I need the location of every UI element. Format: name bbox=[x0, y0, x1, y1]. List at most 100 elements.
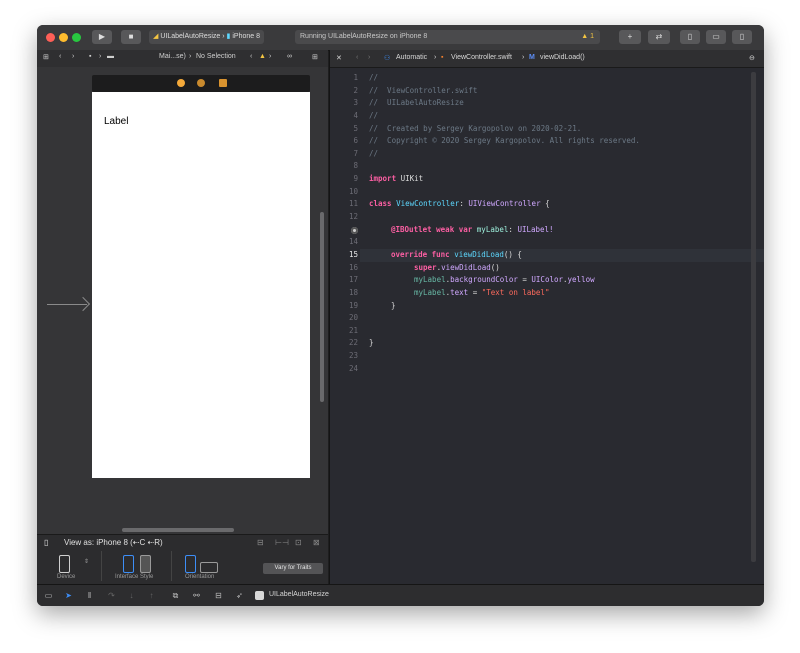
code-area[interactable]: 1 // 2 // ViewController.swift 3 // UILabel… bbox=[330, 72, 764, 375]
minimize-window-button[interactable] bbox=[59, 33, 68, 42]
canvas-vertical-scrollbar[interactable] bbox=[320, 212, 324, 402]
library-button[interactable]: + bbox=[619, 30, 641, 44]
chevron-right-icon[interactable]: › bbox=[269, 53, 271, 60]
link-icon[interactable]: ∞ bbox=[287, 53, 292, 60]
property-ref: yellow bbox=[567, 275, 595, 285]
editor-options-icon[interactable]: ⊖ bbox=[749, 54, 755, 62]
automatic-label[interactable]: Automatic bbox=[396, 54, 427, 61]
line-number: 23 bbox=[348, 351, 358, 361]
symbol-name[interactable]: viewDidLoad() bbox=[540, 54, 585, 61]
resolve-issues-icon[interactable]: ⊠ bbox=[313, 538, 320, 547]
line-number: 1 bbox=[353, 73, 358, 82]
editor-minimap-scrollbar[interactable] bbox=[751, 72, 756, 562]
scheme-selector[interactable]: ◢ UILabelAutoResize › ▮ iPhone 8 bbox=[149, 30, 264, 44]
type-name: UILabel! bbox=[517, 224, 554, 234]
memory-graph-icon[interactable]: ⚯ bbox=[192, 591, 201, 600]
device-phone-icon[interactable] bbox=[59, 555, 70, 573]
chevron-left-icon[interactable]: ‹ bbox=[250, 53, 252, 60]
app-icon: ◢ bbox=[153, 33, 159, 40]
line-number: 6 bbox=[353, 136, 358, 146]
view-controller-icon[interactable] bbox=[177, 79, 185, 87]
pause-icon[interactable]: ‖ bbox=[85, 591, 94, 600]
line-number: 20 bbox=[348, 313, 358, 323]
run-button[interactable]: ▶ bbox=[92, 30, 112, 44]
storyboard-canvas[interactable]: Label bbox=[37, 67, 328, 534]
line-number: 24 bbox=[348, 363, 358, 373]
step-in-icon[interactable]: ↓ bbox=[127, 591, 136, 600]
chevron-right-icon: › bbox=[189, 53, 192, 60]
close-window-button[interactable] bbox=[46, 33, 55, 42]
first-responder-icon[interactable] bbox=[197, 79, 205, 87]
location-icon[interactable]: ➶ bbox=[235, 591, 244, 600]
code-line: 2 // ViewController.swift bbox=[330, 85, 730, 98]
no-selection-label[interactable]: No Selection bbox=[196, 53, 236, 60]
stop-button[interactable]: ■ bbox=[121, 30, 141, 44]
orientation-caption: Orientation bbox=[185, 574, 215, 580]
line-number: 2 bbox=[353, 85, 358, 95]
code-line: 3 // UILabelAutoResize bbox=[330, 97, 730, 110]
exit-icon[interactable] bbox=[219, 79, 227, 87]
back-arrow-icon[interactable]: ‹ bbox=[59, 53, 61, 60]
view-as-label[interactable]: View as: iPhone 8 (⇠C ⇠R) bbox=[64, 538, 163, 547]
zoom-window-button[interactable] bbox=[72, 33, 81, 42]
entry-point-arrow-icon bbox=[47, 304, 87, 305]
comment: // Copyright © 2020 Sergey Kargopolov. A… bbox=[369, 136, 640, 146]
interface-style-caption: Interface Style bbox=[115, 574, 154, 580]
warning-icon: ▲ bbox=[581, 33, 589, 40]
toolbar: ▶ ■ ◢ UILabelAutoResize › ▮ iPhone 8 Run… bbox=[37, 25, 764, 51]
line-number: 3 bbox=[353, 98, 358, 108]
hide-debug-area-icon[interactable]: ▭ bbox=[44, 591, 53, 600]
outlet-connection-icon[interactable] bbox=[351, 226, 358, 234]
add-editor-icon[interactable]: ⊞ bbox=[312, 53, 318, 61]
forward-arrow-icon[interactable]: › bbox=[72, 53, 74, 60]
code-line: 8 bbox=[330, 160, 730, 173]
comment: // ViewController.swift bbox=[369, 85, 478, 95]
grid-icon[interactable]: ⊞ bbox=[43, 53, 49, 61]
line-number: 18 bbox=[348, 287, 358, 297]
line-number: 4 bbox=[353, 110, 358, 120]
app-target-icon bbox=[255, 591, 264, 600]
storyboard-label[interactable]: Label bbox=[104, 116, 128, 127]
view-hierarchy-icon[interactable]: ⧉ bbox=[171, 591, 180, 600]
arrows-icon: ⇄ bbox=[655, 32, 663, 41]
step-over-icon[interactable]: ↷ bbox=[107, 591, 116, 600]
iphone-scene-view[interactable]: Label bbox=[92, 92, 310, 478]
light-appearance-icon[interactable] bbox=[123, 555, 134, 573]
warning-badge[interactable]: ▲ 1 bbox=[581, 30, 594, 44]
forward-arrow-icon[interactable]: › bbox=[368, 54, 370, 61]
navigator-toggle-button[interactable]: ▯ bbox=[680, 30, 700, 44]
step-out-icon[interactable]: ↑ bbox=[147, 591, 156, 600]
storyboard-file-name[interactable]: Mai...se) bbox=[159, 53, 186, 60]
landscape-icon[interactable] bbox=[200, 562, 218, 573]
scene-dock[interactable] bbox=[92, 75, 310, 92]
plus-icon: + bbox=[627, 32, 633, 41]
breakpoints-icon[interactable]: ➤ bbox=[64, 591, 73, 600]
chevron-right-icon: › bbox=[434, 54, 437, 61]
pin-icon[interactable]: ⊡ bbox=[295, 538, 302, 547]
line-number: 21 bbox=[348, 325, 358, 335]
device-stepper-icon[interactable]: ⇕ bbox=[84, 558, 89, 565]
line-number: 5 bbox=[353, 123, 358, 133]
code-review-button[interactable]: ⇄ bbox=[648, 30, 670, 44]
device-caption: Device bbox=[57, 574, 76, 580]
dark-appearance-icon[interactable] bbox=[140, 555, 151, 573]
close-editor-icon[interactable]: ✕ bbox=[336, 54, 342, 62]
property-ref: myLabel bbox=[414, 275, 446, 285]
update-frames-icon[interactable]: ⊟ bbox=[257, 538, 264, 547]
portrait-icon[interactable] bbox=[185, 555, 196, 573]
back-arrow-icon[interactable]: ‹ bbox=[356, 54, 358, 61]
vary-for-traits-button[interactable]: Vary for Traits bbox=[263, 563, 323, 574]
hide-outline-icon[interactable]: ▯ bbox=[44, 538, 48, 547]
method-icon: M bbox=[529, 54, 535, 61]
align-icon[interactable]: ⊢⊣ bbox=[275, 538, 289, 547]
canvas-horizontal-scrollbar[interactable] bbox=[122, 528, 234, 532]
target-name[interactable]: UILabelAutoResize bbox=[269, 591, 329, 598]
code-line: 15 override func viewDidLoad() { bbox=[330, 248, 764, 262]
warning-icon[interactable]: ▲ bbox=[259, 53, 266, 60]
file-name[interactable]: ViewController.swift bbox=[451, 54, 512, 61]
debug-area-toggle-button[interactable]: ▭ bbox=[706, 30, 726, 44]
debug-bar: ▭ ➤ ‖ ↷ ↓ ↑ ⧉ ⚯ ⊟ ➶ UILabelAutoResize bbox=[37, 584, 764, 606]
inspector-toggle-button[interactable]: ▯ bbox=[732, 30, 752, 44]
line-number: 9 bbox=[353, 174, 358, 184]
environment-overrides-icon[interactable]: ⊟ bbox=[214, 591, 223, 600]
